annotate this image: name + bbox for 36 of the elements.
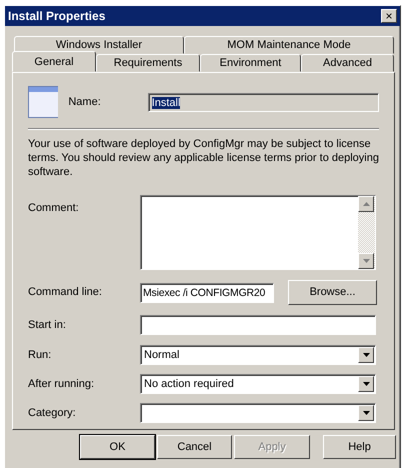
field-label: Comment:	[28, 201, 80, 216]
notice-text: Your use of software deployed by ConfigMgr may be subject to license terms. You should review any applicable license terms prior to deploying software.	[28, 137, 379, 179]
tab[interactable]: General	[12, 51, 96, 72]
dropdown-arrow-icon	[362, 411, 370, 415]
dropdown[interactable]	[140, 403, 376, 423]
down-arrow-icon	[362, 259, 370, 263]
name-field[interactable]: Install	[148, 92, 379, 112]
field-label: Run:	[28, 348, 52, 363]
command-line-field[interactable]: Msiexec /i CONFIGMGR20	[140, 282, 274, 302]
field-label: Name:	[68, 94, 102, 110]
dropdown-arrow-icon	[362, 382, 370, 386]
dropdown[interactable]: Normal	[140, 345, 376, 365]
field-label: Start in:	[28, 318, 67, 333]
window-icon	[28, 86, 58, 118]
browse-button[interactable]: Browse...	[288, 280, 377, 305]
dropdown[interactable]: No action required	[140, 374, 376, 394]
comment-field[interactable]	[140, 195, 376, 270]
tab[interactable]: Environment	[200, 54, 301, 72]
tab[interactable]: Advanced	[301, 54, 394, 72]
tab[interactable]: Requirements	[96, 54, 200, 72]
dialog-button[interactable]: OK	[80, 435, 155, 459]
field-label: Command line:	[28, 285, 103, 300]
dialog-button[interactable]: Help	[323, 435, 396, 459]
dropdown-arrow-icon	[362, 353, 370, 357]
field-label: After running:	[28, 376, 96, 392]
tab[interactable]: Windows Installer	[14, 36, 184, 54]
tab[interactable]: MOM Maintenance Mode	[184, 36, 394, 54]
up-arrow-icon	[362, 202, 370, 206]
field-label: Category:	[28, 406, 77, 421]
close-button[interactable]: ×	[381, 9, 397, 23]
scrollbar[interactable]	[358, 196, 375, 269]
scroll-down-button[interactable]	[358, 253, 374, 269]
scroll-up-button[interactable]	[358, 196, 374, 212]
window-title: Install Properties	[8, 8, 106, 25]
text-field[interactable]	[140, 315, 376, 335]
dialog-button[interactable]: Cancel	[157, 435, 232, 459]
